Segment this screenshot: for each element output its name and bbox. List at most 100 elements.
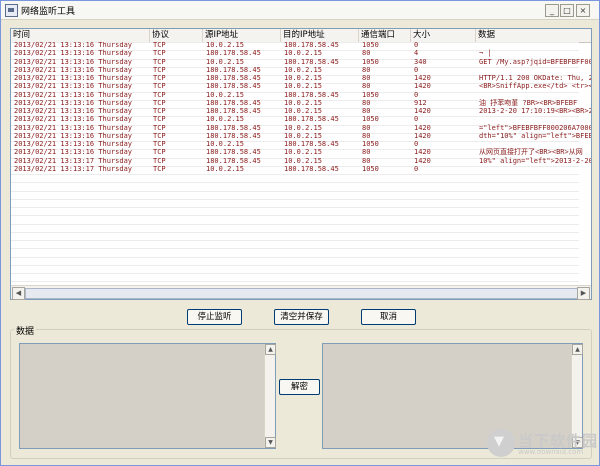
cell-data: <BR>SniffApp.exe</td> <tr>< <box>479 82 591 91</box>
horizontal-scrollbar[interactable]: ◀ ▶ <box>11 285 591 300</box>
cell-source-ip: 180.178.58.45 <box>206 156 261 165</box>
maximize-button[interactable]: □ <box>560 4 574 17</box>
cell-source-ip: 180.178.58.45 <box>206 65 261 74</box>
cell-size: 0 <box>414 90 419 99</box>
cell-data <box>476 91 591 99</box>
scroll-down-icon[interactable]: ▼ <box>265 437 276 448</box>
table-row[interactable]: 2013/02/21 13:13:17 Thursday TCP 10.0.2.15… <box>11 164 591 174</box>
minimize-button[interactable]: _ <box>545 4 559 17</box>
cell-protocol: TCP <box>153 74 166 82</box>
cell-protocol: TCP <box>153 98 166 107</box>
grid-line <box>11 174 579 175</box>
cell-size: 0 <box>414 115 419 124</box>
cell-protocol: TCP <box>153 82 166 91</box>
cell-time: 2013/02/21 13:13:17 Thursday <box>14 164 133 173</box>
cell-source-ip: 180.178.58.45 <box>206 49 261 58</box>
cell-port: 1050 <box>362 57 379 66</box>
scrollbar-thumb[interactable] <box>25 288 579 299</box>
cell-data: 油 抒苯吻堇 ?BR><BR>BFEBF <box>479 98 578 107</box>
cell-port: 80 <box>362 156 371 165</box>
cell-data: 从网页直接打开了<BR><BR>从网 <box>479 148 583 157</box>
watermark: 当下软件园 www.downxia.com <box>487 429 597 459</box>
grid-line <box>11 231 579 233</box>
cell-destination-ip: 180.178.58.45 <box>284 42 339 49</box>
cell-source-ip: 180.178.58.45 <box>206 148 261 157</box>
cell-data <box>476 115 591 123</box>
title-bar[interactable]: 网络监听工具 _ □ × <box>1 1 599 20</box>
cell-destination-ip: 180.178.58.45 <box>284 90 339 99</box>
cell-size: 340 <box>414 57 427 66</box>
clear-and-save-button[interactable]: 清空并保存 <box>274 309 329 325</box>
stop-listening-button[interactable]: 停止监听 <box>187 309 242 325</box>
cell-size: 0 <box>414 65 419 74</box>
raw-data-scrollbar[interactable]: ▲ ▼ <box>264 344 276 448</box>
cell-port: 80 <box>362 74 371 82</box>
cell-source-ip: 10.0.2.15 <box>206 42 244 49</box>
cell-time: 2013/02/21 13:13:16 Thursday <box>14 123 133 132</box>
cell-port: 80 <box>362 82 371 91</box>
raw-data-textarea[interactable]: ▲ ▼ <box>19 343 276 449</box>
scroll-left-icon[interactable]: ◀ <box>12 287 25 300</box>
grid-line <box>11 215 579 217</box>
cell-data <box>476 165 591 173</box>
cancel-button[interactable]: 取消 <box>361 309 416 325</box>
cell-protocol: TCP <box>153 123 166 132</box>
cell-protocol: TCP <box>153 90 166 99</box>
cell-data <box>476 66 591 74</box>
cell-data: ="left">BFEBFBFF000206A7000 <box>479 123 591 132</box>
cell-port: 80 <box>362 107 371 115</box>
cell-source-ip: 10.0.2.15 <box>206 115 244 124</box>
window-title: 网络监听工具 <box>21 7 76 17</box>
cell-protocol: TCP <box>153 164 166 173</box>
cell-source-ip: 180.178.58.45 <box>206 107 261 115</box>
watermark-logo-icon <box>487 429 515 457</box>
column-header-protocol[interactable]: 协议 <box>150 29 203 42</box>
cell-destination-ip: 10.0.2.15 <box>284 98 322 107</box>
column-header-port[interactable]: 通信端口 <box>359 29 411 42</box>
cell-time: 2013/02/21 13:13:16 Thursday <box>14 57 133 66</box>
cell-time: 2013/02/21 13:13:16 Thursday <box>14 107 133 115</box>
cell-size: 1420 <box>414 131 431 140</box>
grid-line <box>11 264 579 266</box>
column-header-data[interactable]: 数据 <box>476 29 591 42</box>
grid-line <box>11 223 579 225</box>
cell-destination-ip: 10.0.2.15 <box>284 131 322 140</box>
scroll-right-icon[interactable]: ▶ <box>577 287 590 300</box>
cell-protocol: TCP <box>153 57 166 66</box>
cell-time: 2013/02/21 13:13:16 Thursday <box>14 82 133 91</box>
cell-destination-ip: 10.0.2.15 <box>284 148 322 157</box>
cell-port: 80 <box>362 131 371 140</box>
cell-destination-ip: 180.178.58.45 <box>284 57 339 66</box>
cell-protocol: TCP <box>153 49 166 58</box>
decrypt-button[interactable]: 解密 <box>279 379 320 395</box>
scroll-up-icon[interactable]: ▲ <box>265 344 276 355</box>
cell-destination-ip: 180.178.58.45 <box>284 140 339 148</box>
column-header-destination-ip[interactable]: 目的IP地址 <box>281 29 359 42</box>
cell-source-ip: 10.0.2.15 <box>206 164 244 173</box>
cell-size: 912 <box>414 98 427 107</box>
packet-rows: 2013/02/21 13:13:16 Thursday TCP 10.0.2.15… <box>11 42 591 285</box>
cell-data: GET /My.asp?jqid=BFEBFBFF00 <box>479 57 591 66</box>
cell-time: 2013/02/21 13:13:16 Thursday <box>14 115 133 124</box>
column-header-source-ip[interactable]: 源IP地址 <box>203 29 281 42</box>
cell-protocol: TCP <box>153 65 166 74</box>
close-button[interactable]: × <box>576 4 590 17</box>
cell-port: 80 <box>362 65 371 74</box>
cell-destination-ip: 10.0.2.15 <box>284 74 322 82</box>
scroll-up-icon[interactable]: ▲ <box>572 344 583 355</box>
cell-protocol: TCP <box>153 107 166 115</box>
cell-time: 2013/02/21 13:13:16 Thursday <box>14 148 133 157</box>
watermark-url: www.downxia.com <box>518 448 584 456</box>
cell-source-ip: 180.178.58.45 <box>206 131 261 140</box>
packet-list-header: 时间 协议 源IP地址 目的IP地址 通信端口 大小 数据 <box>11 29 591 43</box>
cell-source-ip: 10.0.2.15 <box>206 90 244 99</box>
packet-list[interactable]: 时间 协议 源IP地址 目的IP地址 通信端口 大小 数据 2013/02/21… <box>10 28 592 300</box>
cell-time: 2013/02/21 13:13:16 Thursday <box>14 65 133 74</box>
grid-line <box>11 182 579 184</box>
cell-time: 2013/02/21 13:13:16 Thursday <box>14 49 133 58</box>
cell-port: 1050 <box>362 42 379 49</box>
column-header-size[interactable]: 大小 <box>411 29 476 42</box>
cell-source-ip: 180.178.58.45 <box>206 74 261 82</box>
grid-line <box>11 256 579 258</box>
column-header-time[interactable]: 时间 <box>11 29 150 42</box>
